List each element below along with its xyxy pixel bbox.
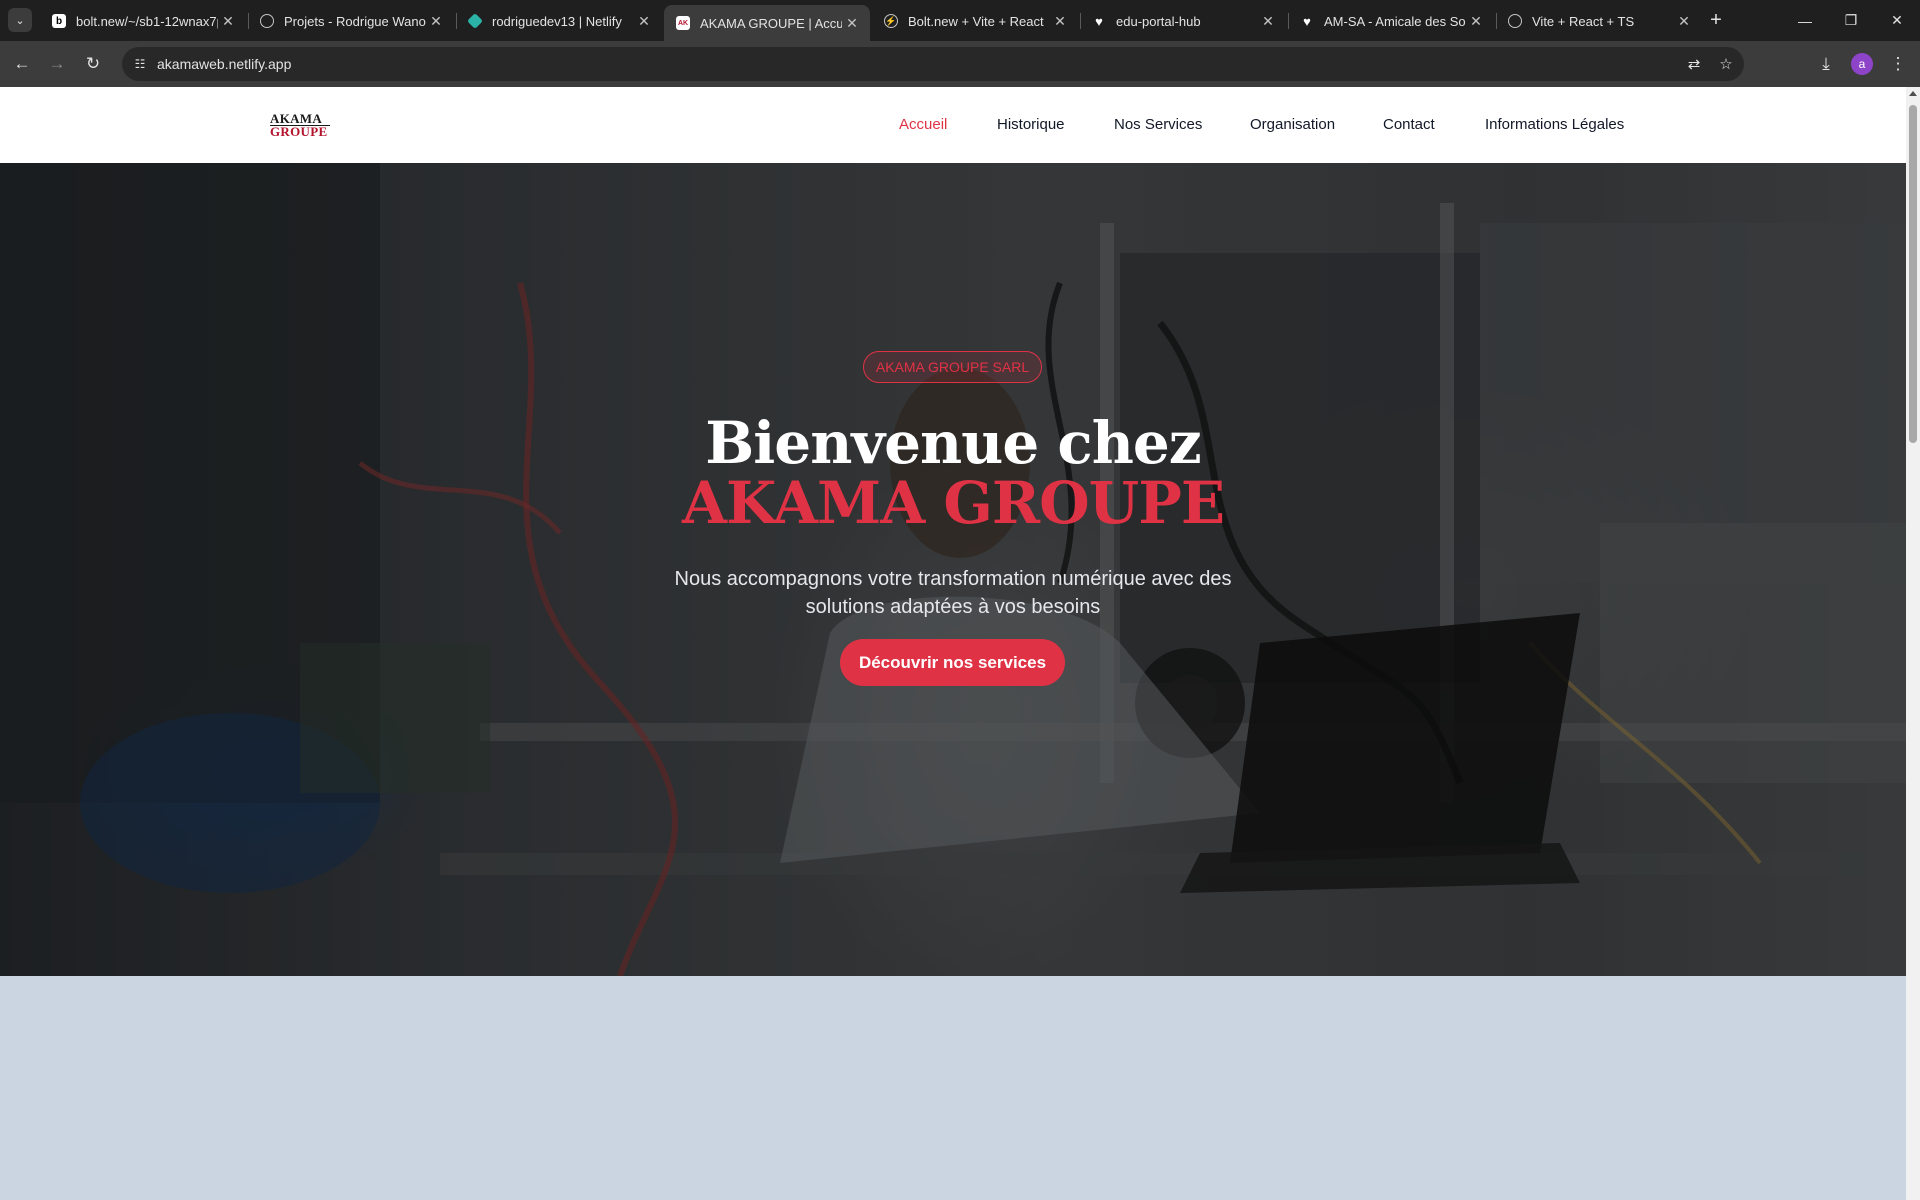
url-text[interactable]: akamaweb.netlify.app <box>157 56 291 72</box>
new-tab-button[interactable]: + <box>1704 9 1728 33</box>
hero-title-line2: AKAMA GROUPE <box>681 469 1225 537</box>
bolt-icon: b <box>52 14 66 28</box>
nav-contact[interactable]: Contact <box>1383 116 1435 133</box>
akama-logo[interactable]: AKAMA GROUPE <box>270 112 330 138</box>
bookmark-star-icon[interactable]: ☆ <box>1716 54 1736 74</box>
window-close-icon[interactable]: ✕ <box>1874 0 1920 41</box>
reload-icon[interactable]: ↻ <box>79 50 107 78</box>
tab-title: rodriguedev13 | Netlify <box>492 13 622 29</box>
menu-kebab-icon[interactable]: ⋮ <box>1884 50 1912 78</box>
hero-section: AKAMA GROUPE SARL Bienvenue chez AKAMA G… <box>0 163 1906 976</box>
forward-icon[interactable]: → <box>43 50 71 78</box>
tab-title: Projets - Rodrigue Wanon <box>284 13 426 29</box>
tab-netlify[interactable]: rodriguedev13 | Netlify ✕ <box>456 6 662 36</box>
minimize-icon[interactable]: — <box>1782 0 1828 41</box>
tab-title: Vite + React + TS <box>1532 13 1635 29</box>
close-tab-icon[interactable]: ✕ <box>218 13 238 30</box>
nav-historique[interactable]: Historique <box>997 116 1065 133</box>
tab-title: bolt.new/~/sb1-12wnax7p <box>76 13 218 29</box>
browser-tab-strip: ⌄ b bolt.new/~/sb1-12wnax7p ✕ Projets - … <box>0 0 1920 41</box>
netlify-icon <box>467 13 483 29</box>
tab-bolt-vite[interactable]: ⚡ Bolt.new + Vite + React ✕ <box>872 6 1078 36</box>
close-tab-icon[interactable]: ✕ <box>426 13 446 30</box>
close-tab-icon[interactable]: ✕ <box>1466 13 1486 30</box>
close-tab-icon[interactable]: ✕ <box>634 13 654 30</box>
hero-title-line1: Bienvenue chez <box>705 409 1201 477</box>
tab-search-chevron-icon[interactable]: ⌄ <box>8 8 32 32</box>
site-header: AKAMA GROUPE Accueil Historique Nos Serv… <box>0 87 1906 163</box>
nav-organisation[interactable]: Organisation <box>1250 116 1335 133</box>
discover-services-button[interactable]: Découvrir nos services <box>840 639 1065 686</box>
globe-icon <box>260 14 274 28</box>
nav-informations-legales[interactable]: Informations Légales <box>1485 116 1624 133</box>
close-tab-icon[interactable]: ✕ <box>1050 13 1070 30</box>
scrollbar-thumb[interactable] <box>1909 105 1917 443</box>
next-section-placeholder <box>0 976 1906 1200</box>
scroll-up-arrow-icon[interactable] <box>1909 91 1917 96</box>
globe-bolt-icon: ⚡ <box>884 14 898 28</box>
browser-toolbar: ← → ↻ ☷ akamaweb.netlify.app ⇄ ☆ ⤓ a ⋮ <box>0 41 1920 87</box>
tab-vite-react[interactable]: Vite + React + TS ✕ <box>1496 6 1702 36</box>
tab-title: AKAMA GROUPE | Accueil <box>700 15 842 31</box>
nav-accueil[interactable]: Accueil <box>899 116 947 133</box>
hero-subtitle: Nous accompagnons votre transformation n… <box>674 568 1232 618</box>
heart-icon: ♥ <box>1095 13 1103 29</box>
tab-title: AM-SA - Amicale des Sol <box>1324 13 1466 29</box>
logo-text-bottom: GROUPE <box>270 125 330 138</box>
close-tab-icon[interactable]: ✕ <box>1258 13 1278 30</box>
back-icon[interactable]: ← <box>8 50 36 78</box>
address-bar[interactable]: ☷ akamaweb.netlify.app ⇄ ☆ <box>122 47 1744 81</box>
tab-title: edu-portal-hub <box>1116 13 1201 29</box>
close-tab-icon[interactable]: ✕ <box>1674 13 1694 30</box>
company-badge: AKAMA GROUPE SARL <box>863 351 1042 383</box>
tab-projets[interactable]: Projets - Rodrigue Wanon ✕ <box>248 6 454 36</box>
nav-nos-services[interactable]: Nos Services <box>1114 116 1202 133</box>
download-icon[interactable]: ⤓ <box>1812 50 1840 78</box>
tab-am-sa[interactable]: ♥ AM-SA - Amicale des Sol ✕ <box>1288 6 1494 36</box>
tab-title: Bolt.new + Vite + React <box>908 13 1044 29</box>
close-tab-icon[interactable]: ✕ <box>842 15 862 32</box>
tab-bolt[interactable]: b bolt.new/~/sb1-12wnax7p ✕ <box>40 6 246 36</box>
page-viewport: AKAMA GROUPE Accueil Historique Nos Serv… <box>0 87 1906 1200</box>
page-scrollbar[interactable] <box>1906 87 1920 1200</box>
akama-icon: AK <box>676 16 690 30</box>
heart-icon: ♥ <box>1303 13 1311 29</box>
profile-avatar[interactable]: a <box>1851 53 1873 75</box>
hero-content: AKAMA GROUPE SARL Bienvenue chez AKAMA G… <box>0 163 1906 976</box>
tab-edu-portal[interactable]: ♥ edu-portal-hub ✕ <box>1080 6 1286 36</box>
translate-icon[interactable]: ⇄ <box>1684 54 1704 74</box>
site-info-icon[interactable]: ☷ <box>130 54 150 74</box>
globe-icon <box>1508 14 1522 28</box>
restore-icon[interactable]: ❐ <box>1828 0 1874 41</box>
tab-akama-accueil[interactable]: AK AKAMA GROUPE | Accueil ✕ <box>664 5 870 41</box>
